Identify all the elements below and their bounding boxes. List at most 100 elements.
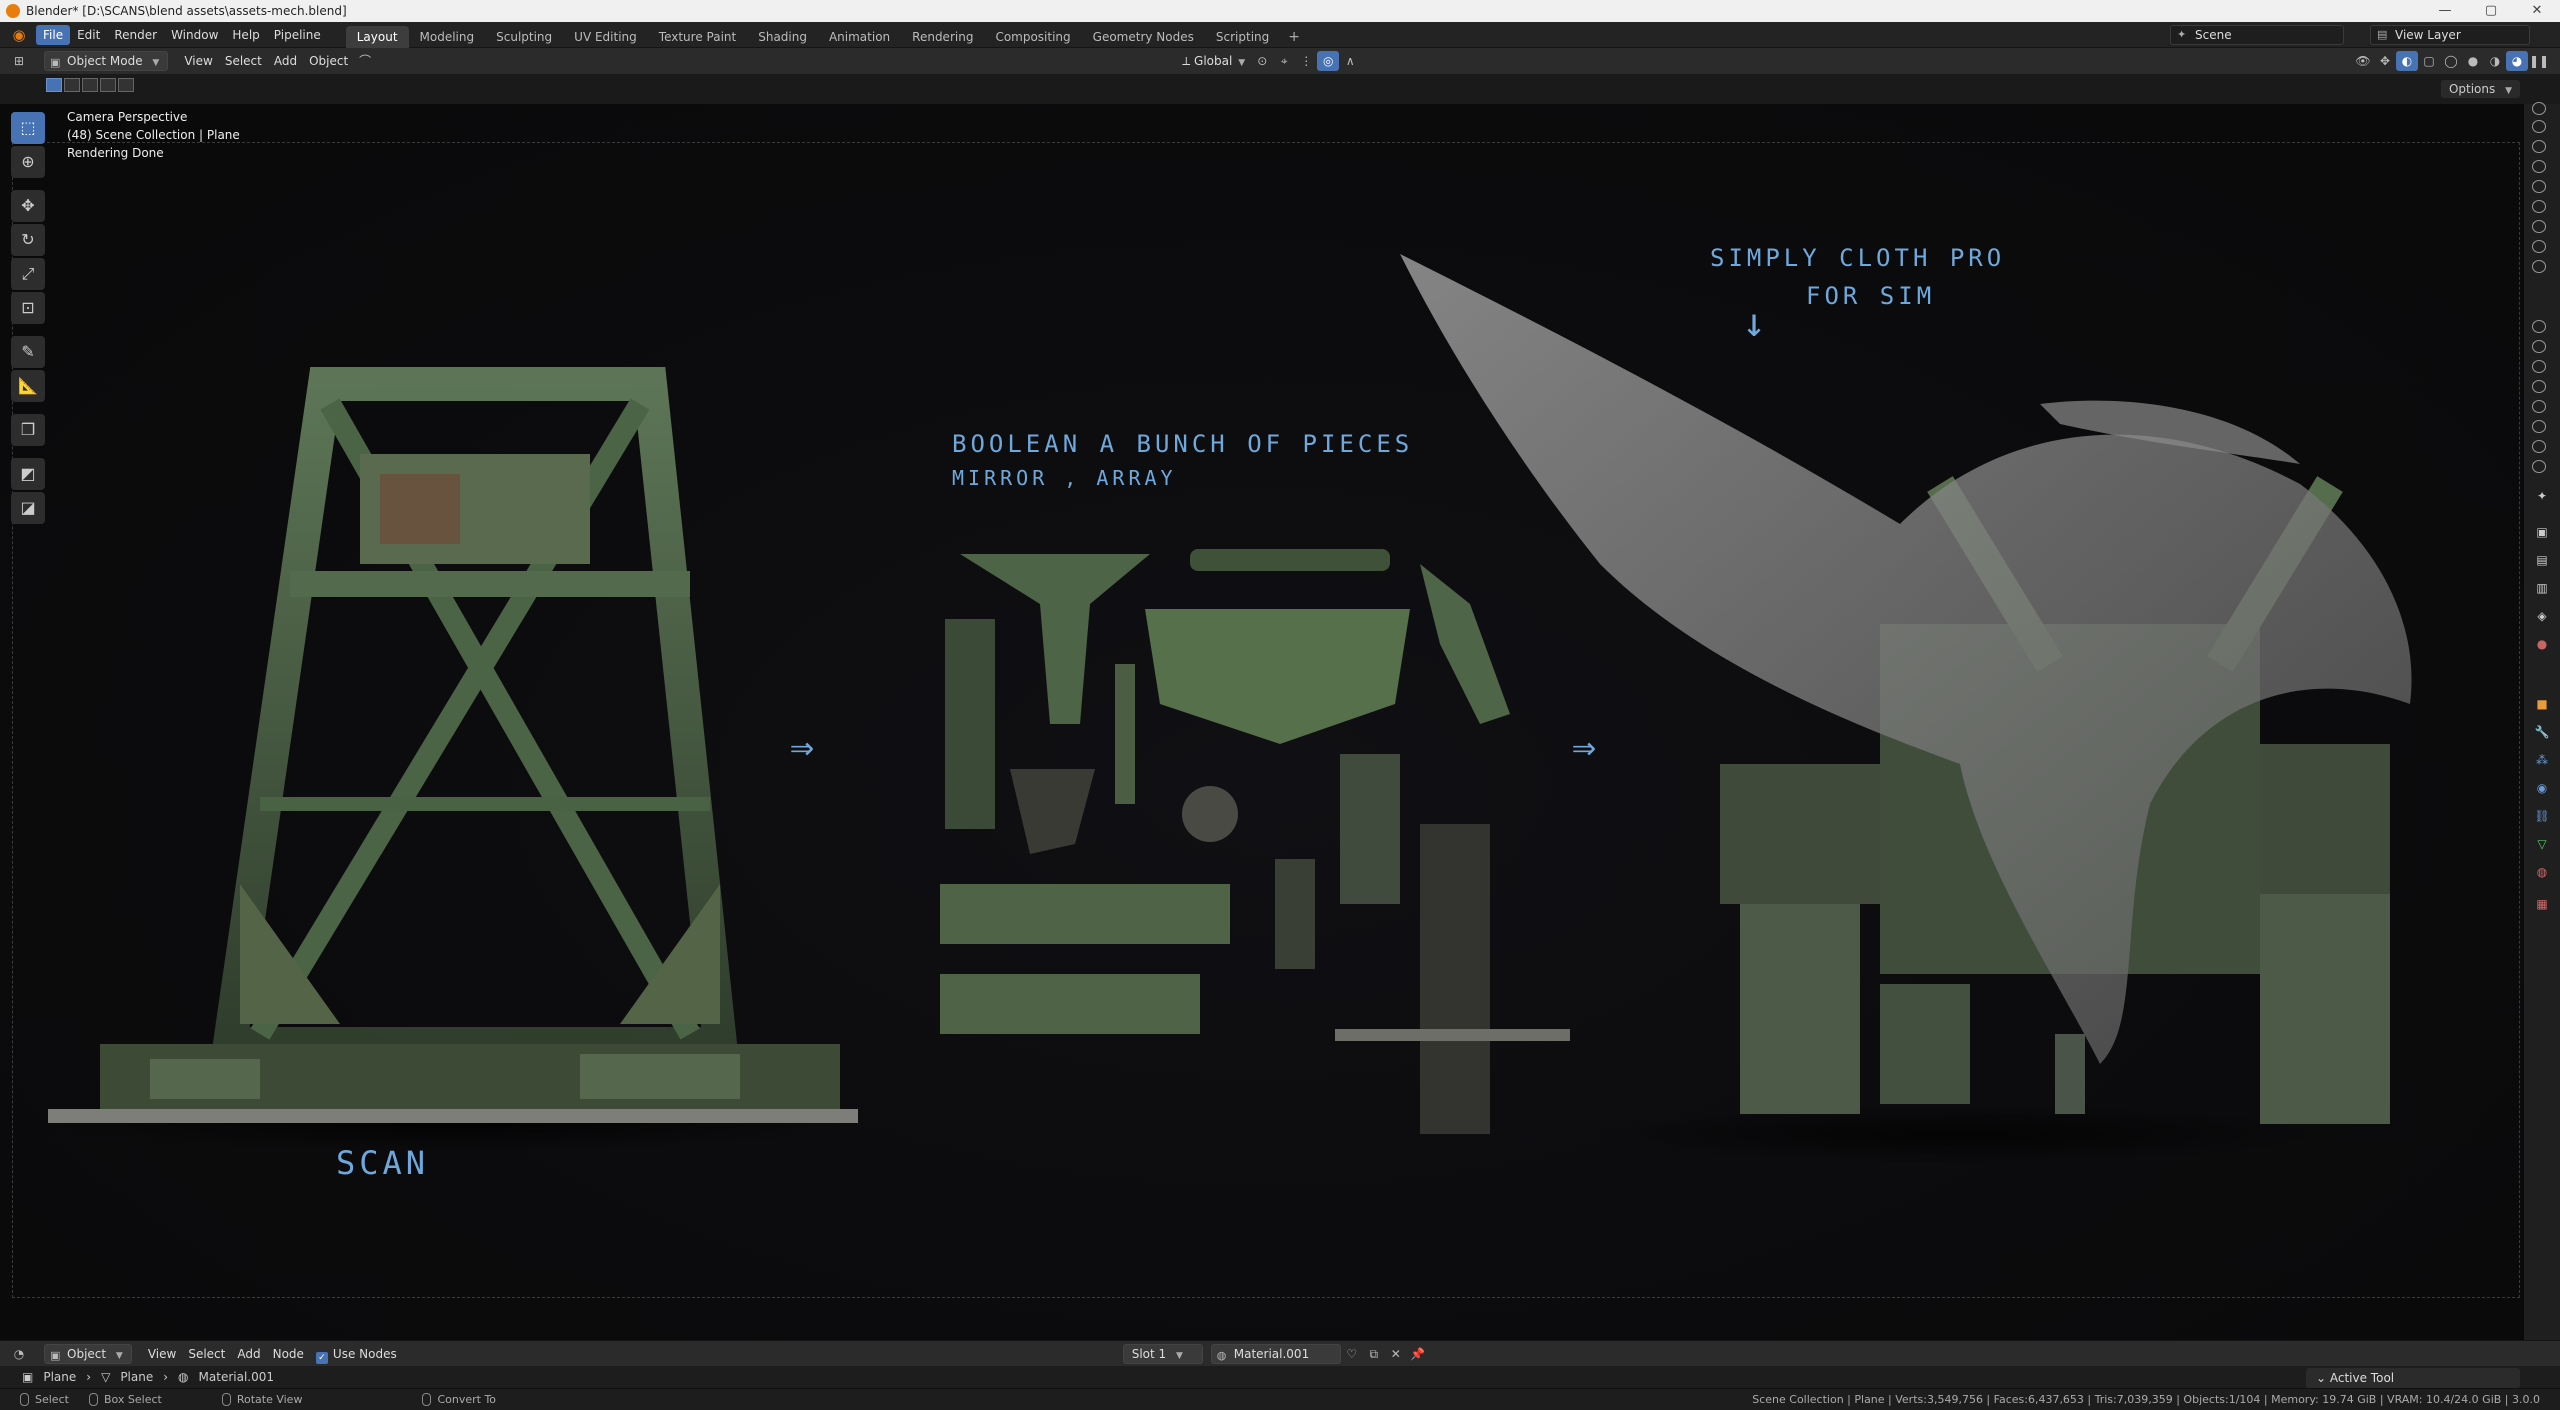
mode-selector[interactable]: ▣ Object Mode ▼ xyxy=(44,51,169,71)
view-layer-tab-icon[interactable]: ▥ xyxy=(2532,578,2552,598)
menu-help[interactable]: Help xyxy=(225,25,266,45)
menu-add[interactable]: Add xyxy=(268,51,303,71)
menu-pipeline[interactable]: Pipeline xyxy=(267,25,328,45)
material-tab-icon[interactable]: ◍ xyxy=(2532,862,2552,882)
select-new-icon[interactable] xyxy=(46,78,62,92)
snap-icon[interactable]: ⌖ xyxy=(1273,51,1295,71)
data-tab-icon[interactable]: ▽ xyxy=(2532,834,2552,854)
menu-view[interactable]: View xyxy=(142,1344,182,1364)
close-button[interactable]: ✕ xyxy=(2514,0,2560,22)
breadcrumb-mesh[interactable]: Plane xyxy=(120,1370,153,1384)
material-shading-icon[interactable]: ◑ xyxy=(2484,51,2506,71)
duplicate-material-icon[interactable]: ⧉ xyxy=(1363,1344,1385,1364)
tab-animation[interactable]: Animation xyxy=(818,26,901,48)
world-tab-icon[interactable]: ● xyxy=(2532,634,2552,654)
visibility-eye-icon[interactable] xyxy=(2532,460,2546,473)
select-extend-icon[interactable] xyxy=(64,78,80,92)
texture-tab-icon[interactable]: ▦ xyxy=(2532,894,2552,914)
tab-shading[interactable]: Shading xyxy=(747,26,818,48)
gpencil-icon[interactable]: ⌒ xyxy=(354,51,376,71)
constraints-tab-icon[interactable]: ⛓ xyxy=(2532,806,2552,826)
slot-selector[interactable]: Slot 1 ▼ xyxy=(1122,1343,1203,1364)
render-tab-icon[interactable]: ▣ xyxy=(2532,522,2552,542)
tab-modeling[interactable]: Modeling xyxy=(409,26,486,48)
xray-icon[interactable]: ▢ xyxy=(2418,51,2440,71)
select-invert-icon[interactable] xyxy=(100,78,116,92)
physics-tab-icon[interactable]: ◉ xyxy=(2532,778,2552,798)
visibility-eye-icon[interactable] xyxy=(2532,360,2546,373)
tab-geometry-nodes[interactable]: Geometry Nodes xyxy=(1082,26,1205,48)
particles-tab-icon[interactable]: ⁂ xyxy=(2532,750,2552,770)
visibility-eye-icon[interactable] xyxy=(2532,260,2546,273)
solid-shading-icon[interactable]: ● xyxy=(2462,51,2484,71)
visibility-eye-icon[interactable] xyxy=(2532,380,2546,393)
active-tool-panel[interactable]: ⌄ Active Tool xyxy=(2306,1368,2520,1388)
wireframe-shading-icon[interactable]: ◯ xyxy=(2440,51,2462,71)
menu-object[interactable]: Object xyxy=(303,51,354,71)
menu-select[interactable]: Select xyxy=(182,1344,231,1364)
visibility-icon[interactable]: 👁 xyxy=(2352,51,2374,71)
tab-compositing[interactable]: Compositing xyxy=(984,26,1081,48)
tab-texture-paint[interactable]: Texture Paint xyxy=(648,26,747,48)
menu-file[interactable]: File xyxy=(36,24,71,45)
select-intersect-icon[interactable] xyxy=(118,78,134,92)
add-workspace-button[interactable]: + xyxy=(1280,26,1308,48)
object-tab-icon[interactable]: ■ xyxy=(2532,694,2552,714)
orientation-selector[interactable]: ⟂ Global ▼ xyxy=(1176,51,1251,71)
proportional-edit-icon[interactable]: ◎ xyxy=(1317,51,1340,71)
visibility-eye-icon[interactable] xyxy=(2532,340,2546,353)
snap-target-icon[interactable]: ⋮ xyxy=(1295,51,1317,71)
visibility-eye-icon[interactable] xyxy=(2532,200,2546,213)
tab-layout[interactable]: Layout xyxy=(345,25,409,48)
minimize-button[interactable]: — xyxy=(2422,0,2468,22)
scene-selector[interactable]: ✦ Scene xyxy=(2170,25,2344,45)
unlink-icon[interactable]: ✕ xyxy=(1385,1344,1407,1364)
menu-node[interactable]: Node xyxy=(267,1344,310,1364)
editor-type-icon[interactable]: ◔ xyxy=(8,1344,30,1364)
visibility-eye-icon[interactable] xyxy=(2532,220,2546,233)
3d-viewport[interactable]: Camera Perspective (48) Scene Collection… xyxy=(0,104,2524,1340)
select-subtract-icon[interactable] xyxy=(82,78,98,92)
visibility-eye-icon[interactable] xyxy=(2532,400,2546,413)
gizmo-icon[interactable]: ✥ xyxy=(2374,51,2396,71)
editor-type-icon[interactable]: ⊞ xyxy=(8,51,30,71)
menu-edit[interactable]: Edit xyxy=(70,25,107,45)
tab-rendering[interactable]: Rendering xyxy=(901,26,984,48)
menu-view[interactable]: View xyxy=(178,51,218,71)
options-button[interactable]: Options ▼ xyxy=(2440,80,2520,98)
menu-add[interactable]: Add xyxy=(231,1344,266,1364)
tab-sculpting[interactable]: Sculpting xyxy=(485,26,563,48)
maximize-button[interactable]: ▢ xyxy=(2468,0,2514,22)
visibility-eye-icon[interactable] xyxy=(2532,120,2546,133)
visibility-eye-icon[interactable] xyxy=(2532,102,2546,115)
rendered-shading-icon[interactable]: ◕ xyxy=(2506,51,2528,71)
visibility-eye-icon[interactable] xyxy=(2532,240,2546,253)
visibility-eye-icon[interactable] xyxy=(2532,420,2546,433)
breadcrumb-object[interactable]: Plane xyxy=(43,1370,76,1384)
modifier-tab-icon[interactable]: 🔧 xyxy=(2532,722,2552,742)
tab-uv-editing[interactable]: UV Editing xyxy=(563,26,648,48)
pause-icon[interactable]: ❚❚ xyxy=(2528,51,2550,71)
menu-window[interactable]: Window xyxy=(164,25,225,45)
view-layer-selector[interactable]: ▤ View Layer xyxy=(2370,25,2530,45)
tab-scripting[interactable]: Scripting xyxy=(1205,26,1280,48)
visibility-eye-icon[interactable] xyxy=(2532,180,2546,193)
falloff-icon[interactable]: ∧ xyxy=(1339,51,1361,71)
visibility-eye-icon[interactable] xyxy=(2532,140,2546,153)
use-nodes-toggle[interactable]: ✓ Use Nodes xyxy=(310,1344,403,1364)
scene-tab-icon[interactable]: ◈ xyxy=(2532,606,2552,626)
fake-user-icon[interactable]: ♡ xyxy=(1341,1344,1363,1364)
visibility-eye-icon[interactable] xyxy=(2532,160,2546,173)
blender-menu-icon[interactable]: ◉ xyxy=(8,24,30,46)
visibility-eye-icon[interactable] xyxy=(2532,440,2546,453)
material-selector[interactable]: ◍ Material.001 xyxy=(1210,1343,1341,1364)
visibility-eye-icon[interactable] xyxy=(2532,320,2546,333)
output-tab-icon[interactable]: ▤ xyxy=(2532,550,2552,570)
breadcrumb-material[interactable]: Material.001 xyxy=(199,1370,274,1384)
menu-render[interactable]: Render xyxy=(107,25,164,45)
overlay-icon[interactable]: ◐ xyxy=(2396,51,2418,71)
menu-select[interactable]: Select xyxy=(219,51,268,71)
pin-icon[interactable]: 📌 xyxy=(1407,1344,1429,1364)
shader-type-selector[interactable]: ▣ Object ▼ xyxy=(44,1343,132,1364)
tool-tab-icon[interactable]: ✦ xyxy=(2532,486,2552,506)
